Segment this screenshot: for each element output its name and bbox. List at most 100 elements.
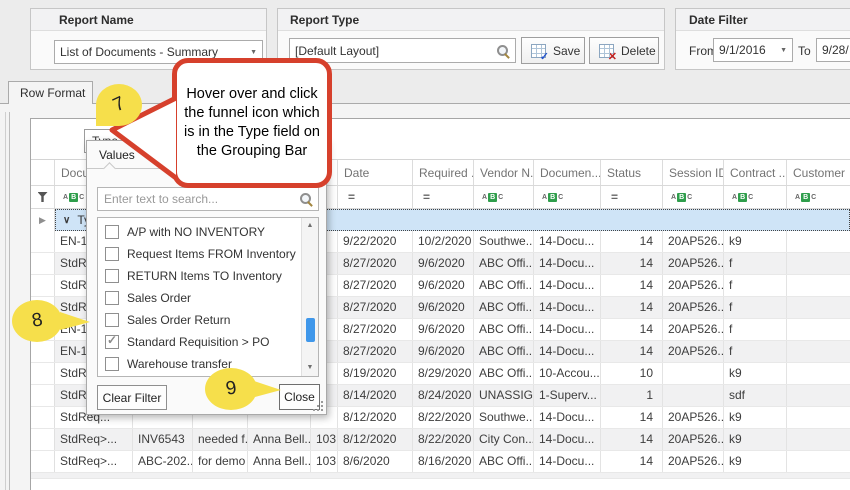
filter-cell-date[interactable]: = [338,186,413,208]
column-header-contract[interactable]: Contract ... [724,160,787,185]
grid-cell-doctype[interactable]: 14-Docu... [534,407,601,428]
grid-cell-required[interactable]: 8/22/2020 [413,407,474,428]
filter-cell-session[interactable]: ABC [663,186,724,208]
grid-cell-doctype[interactable]: 1-Superv... [534,385,601,406]
abc-filter-icon[interactable]: ABC [671,193,692,202]
grid-cell-required[interactable]: 10/2/2020 [413,231,474,252]
filter-item[interactable]: Sales Order [98,287,301,309]
grid-cell-vendor[interactable]: ABC Offi... [474,253,534,274]
filter-search-input[interactable] [98,192,299,206]
grid-cell-customer[interactable] [787,231,850,252]
grid-cell-customer[interactable] [787,451,850,472]
grid-cell-date[interactable]: 8/27/2020 [338,275,413,296]
grid-cell-doctype[interactable]: 14-Docu... [534,275,601,296]
expand-arrow-icon[interactable]: ▶ [39,215,46,226]
chevron-down-icon[interactable]: ▼ [250,49,257,56]
grid-cell-vendor[interactable]: Southwe... [474,231,534,252]
filter-item[interactable]: Sales Order Return [98,309,301,331]
scrollbar[interactable]: ▲ ▼ [301,218,318,376]
abc-filter-icon[interactable]: ABC [732,193,753,202]
grid-cell-vendor[interactable]: ABC Offi... [474,451,534,472]
grid-cell-vendor[interactable]: City Con... [474,429,534,450]
filter-search-box[interactable] [97,187,319,211]
column-header-required[interactable]: Required ... [413,160,474,185]
grid-cell-session[interactable] [663,363,724,384]
filter-cell-status[interactable]: = [601,186,663,208]
grid-cell-required[interactable]: 9/6/2020 [413,297,474,318]
grid-cell-contract[interactable]: k9 [724,407,787,428]
grid-cell-doctype[interactable]: 14-Docu... [534,297,601,318]
grid-cell-date[interactable]: 8/14/2020 [338,385,413,406]
delete-button[interactable]: ✕ Delete [589,37,659,64]
grid-cell-customer[interactable] [787,319,850,340]
column-header-customer[interactable]: Customer [787,160,850,185]
grid-cell-contract[interactable]: k9 [724,451,787,472]
grid-cell-required[interactable]: 9/6/2020 [413,253,474,274]
abc-filter-icon[interactable]: ABC [795,193,816,202]
filter-item[interactable]: Request Items FROM Inventory [98,243,301,265]
grid-cell-note[interactable]: for demo [193,451,248,472]
column-header-date[interactable]: Date [338,160,413,185]
grid-cell-vendor[interactable]: ABC Offi... [474,297,534,318]
report-type-input[interactable] [290,44,496,58]
grid-cell-doctype[interactable]: 14-Docu... [534,253,601,274]
clear-filter-button[interactable]: Clear Filter [97,385,167,410]
grid-cell-vendor[interactable]: ABC Offi... [474,275,534,296]
grid-cell-ref[interactable]: INV6543 [133,429,193,450]
grid-cell-qty[interactable]: 103 [311,451,338,472]
grid-cell-status[interactable]: 14 [601,429,663,450]
grid-cell-status[interactable]: 14 [601,341,663,362]
grid-cell-status[interactable]: 14 [601,275,663,296]
grid-cell-status[interactable]: 14 [601,319,663,340]
checkbox[interactable] [105,269,119,283]
search-icon[interactable] [299,192,313,206]
to-date-field[interactable]: 9/28/ [816,38,850,62]
grid-cell-status[interactable]: 1 [601,385,663,406]
abc-filter-icon[interactable]: ABC [542,193,563,202]
grid-cell-contract[interactable]: k9 [724,231,787,252]
grid-cell-status[interactable]: 10 [601,363,663,384]
grid-cell-vendor[interactable]: ABC Offi... [474,363,534,384]
grid-cell-contract[interactable]: f [724,297,787,318]
abc-filter-icon[interactable]: ABC [63,193,84,202]
equals-filter-icon[interactable]: = [348,190,355,204]
grid-cell-date[interactable]: 8/27/2020 [338,253,413,274]
grid-cell-contract[interactable]: f [724,275,787,296]
collapse-chevron-icon[interactable]: ∨ [63,215,70,226]
grid-cell-person[interactable]: Anna Bell... [248,451,311,472]
grid-cell-date[interactable]: 8/27/2020 [338,297,413,318]
from-date-combobox[interactable]: 9/1/2016 ▼ [713,38,793,62]
chevron-down-icon[interactable]: ▼ [780,47,787,54]
scroll-up-icon[interactable]: ▲ [302,218,318,234]
grid-cell-customer[interactable] [787,297,850,318]
column-header-status[interactable]: Status [601,160,663,185]
grid-cell-doctype[interactable]: 10-Accou... [534,363,601,384]
grid-cell-note[interactable]: needed f... [193,429,248,450]
filter-item[interactable]: Standard Requisition > PO [98,331,301,353]
table-row[interactable]: StdReq>...ABC-202...for demoAnna Bell...… [31,451,850,473]
grid-cell-session[interactable]: 20AP526... [663,231,724,252]
grid-cell-qty[interactable]: 103 [311,429,338,450]
equals-filter-icon[interactable]: = [611,190,618,204]
grid-cell-doc[interactable]: StdReq>... [55,429,133,450]
grid-cell-contract[interactable]: f [724,253,787,274]
filter-cell-contract[interactable]: ABC [724,186,787,208]
row-expander-cell[interactable]: ▶ [31,209,55,231]
grid-cell-date[interactable]: 8/27/2020 [338,319,413,340]
checkbox[interactable] [105,357,119,371]
grid-cell-date[interactable]: 9/22/2020 [338,231,413,252]
grid-cell-vendor[interactable]: ABC Offi... [474,341,534,362]
grid-cell-ref[interactable]: ABC-202... [133,451,193,472]
column-header-vendor[interactable]: Vendor N... [474,160,534,185]
abc-filter-icon[interactable]: ABC [482,193,503,202]
grid-cell-date[interactable]: 8/6/2020 [338,451,413,472]
checkbox[interactable] [105,291,119,305]
grid-cell-required[interactable]: 8/29/2020 [413,363,474,384]
grid-cell-contract[interactable]: k9 [724,363,787,384]
grid-cell-session[interactable]: 20AP526... [663,297,724,318]
grid-cell-contract[interactable]: f [724,319,787,340]
grid-cell-date[interactable]: 8/19/2020 [338,363,413,384]
grid-cell-required[interactable]: 8/16/2020 [413,451,474,472]
grid-cell-status[interactable]: 14 [601,407,663,428]
search-icon[interactable] [496,44,510,58]
